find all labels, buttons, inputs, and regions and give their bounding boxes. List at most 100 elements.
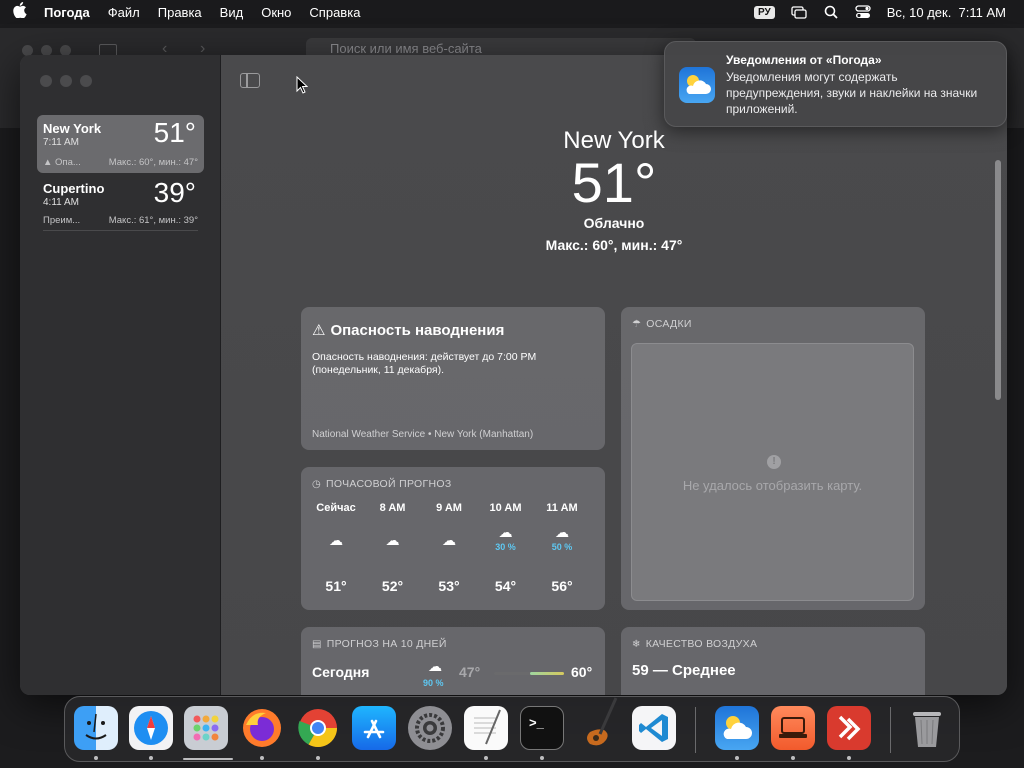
control-center-icon[interactable] [855,5,871,19]
dock-chrome-icon[interactable] [296,706,340,750]
menu-edit[interactable]: Правка [149,5,211,20]
hour-column: Сейчас ☁ 51° [311,502,361,602]
weather-app-icon [679,67,715,103]
cloud-rain-icon: ☁ [498,524,513,540]
temp-range-bar [494,672,564,675]
city-footer: Преим... Макс.: 61°, мин.: 39° [43,215,198,231]
dock-running-indicator [316,756,320,760]
bg-url-placeholder: Поиск или имя веб-сайта [330,41,482,56]
precip-header: ☂ ОСАДКИ [632,318,692,330]
dock-textedit-icon[interactable] [464,706,508,750]
search-icon[interactable] [823,5,839,19]
city-alert: Преим... [43,215,81,226]
cloud-icon: ☁ [442,532,456,548]
menu-window[interactable]: Окно [252,5,300,20]
day-label: Сегодня [312,664,370,680]
menu-file[interactable]: Файл [99,5,149,20]
dock-firefox-icon[interactable] [240,706,284,750]
dock-running-indicator [149,756,153,760]
notification-body: Уведомления могут содержать предупрежден… [726,70,978,116]
menu-bar: Погода Файл Правка Вид Окно Справка РУ В… [0,0,1024,24]
notification-banner[interactable]: Уведомления от «Погода» Уведомления могу… [664,41,1007,127]
dock-terminal-icon[interactable]: >_ [520,706,564,750]
hourly-header: ◷ ПОЧАСОВОЙ ПРОГНОЗ [312,478,452,490]
dock-finder-icon[interactable] [74,706,118,750]
dock-running-indicator [484,756,488,760]
menu-app-name[interactable]: Погода [40,5,99,20]
clock-icon: ◷ [312,478,322,490]
dock-weather-icon[interactable] [715,706,759,750]
day-precip: 90 % [423,678,444,688]
hourly-forecast-card: ◷ ПОЧАСОВОЙ ПРОГНОЗ Сейчас ☁ 51° 8 AM ☁ … [301,467,605,610]
precip-map[interactable]: ! Не удалось отобразить карту. [631,343,914,601]
dock-separator [890,707,891,753]
cloud-rain-icon: ☁ [428,658,442,674]
hour-column: 11 AM ☁ 50 % 56° [537,502,587,602]
dock-app-store-icon[interactable] [352,706,396,750]
hour-column: 9 AM ☁ 53° [424,502,474,602]
input-source-badge[interactable]: РУ [753,5,775,19]
hourly-row: Сейчас ☁ 51° 8 AM ☁ 52° 9 AM ☁ 53° 10 AM… [301,490,605,602]
city-range: Макс.: 60°, мин.: 47° [108,157,198,168]
traffic-lights [40,75,92,87]
current-weather: New York 51° Облачно Макс.: 60°, мин.: 4… [221,127,1007,253]
city-range: Макс.: 61°, мин.: 39° [108,215,198,226]
mouse-cursor-icon [296,76,308,94]
dock-garageband-icon[interactable] [576,694,624,748]
dock-launchpad-bar [183,758,233,760]
scrollbar[interactable] [995,160,1001,400]
flood-alert-card[interactable]: ⚠ Опасность наводнения Опасность наводне… [301,307,605,450]
weather-window: New York 7:11 AM 51° ▲ Опа... Макс.: 60°… [20,55,1007,695]
minimize-window-button[interactable] [60,75,72,87]
tenday-header: ▤ ПРОГНОЗ НА 10 ДНЕЙ [312,638,447,650]
tenday-row: Сегодня ☁ 90 % 47° 60° [301,650,605,688]
dock-launchpad-icon[interactable] [184,706,228,750]
cloud-rain-icon: ☁ [555,524,569,540]
dock-running-indicator [791,756,795,760]
hero-temp: 51° [571,151,657,214]
apple-menu-icon[interactable] [0,2,40,22]
menubar-clock[interactable]: Вс, 10 дек. 7:11 AM [887,5,1006,20]
precipitation-card[interactable]: ☂ ОСАДКИ ! Не удалось отобразить карту. [621,307,925,610]
screen-mirroring-icon[interactable] [791,5,807,19]
flood-title: ⚠ Опасность наводнения [312,321,505,340]
sidebar-item-new-york[interactable]: New York 7:11 AM 51° ▲ Опа... Макс.: 60°… [37,115,204,173]
close-window-button[interactable] [40,75,52,87]
dock-ms-remote-desktop-icon[interactable] [827,706,871,750]
ten-day-forecast-card: ▤ ПРОГНОЗ НА 10 ДНЕЙ Сегодня ☁ 90 % 47° … [301,627,605,695]
hero-condition: Облачно [583,215,645,231]
aq-header: ❄ КАЧЕСТВО ВОЗДУХА [632,638,758,650]
aq-value: 59 — Среднее [632,662,736,679]
dock-remote-desktop-icon[interactable] [771,706,815,750]
hour-column: 10 AM ☁ 30 % 54° [481,502,531,602]
city-footer: ▲ Опа... Макс.: 60°, мин.: 47° [43,157,198,168]
city-temp: 39° [153,177,196,208]
city-temp: 51° [153,117,196,148]
sidebar-item-cupertino[interactable]: Cupertino 4:11 AM 39° Преим... Макс.: 61… [37,175,204,233]
day-high: 60° [571,664,593,680]
zoom-window-button[interactable] [80,75,92,87]
menu-view[interactable]: Вид [211,5,253,20]
city-alert: ▲ Опа... [43,157,81,168]
dock-running-indicator [847,756,851,760]
dock-running-indicator [260,756,264,760]
dock-running-indicator [94,756,98,760]
flood-body: Опасность наводнения: действует до 7:00 … [312,351,537,376]
warning-icon: ⚠ [312,322,326,339]
dock-system-settings-icon[interactable] [408,706,452,750]
dock-safari-icon[interactable] [129,706,173,750]
sidebar: New York 7:11 AM 51° ▲ Опа... Макс.: 60°… [20,55,221,695]
notification-title: Уведомления от «Погода» [726,53,882,67]
dock-running-indicator [735,756,739,760]
umbrella-icon: ☂ [632,318,642,330]
air-icon: ❄ [632,638,641,650]
cloud-icon: ☁ [329,532,343,548]
sidebar-toggle-icon[interactable] [240,73,260,88]
info-icon: ! [767,455,781,469]
menu-help[interactable]: Справка [300,5,369,20]
hour-column: 8 AM ☁ 52° [368,502,418,602]
dock-trash-icon[interactable] [905,706,949,750]
cloud-icon: ☁ [385,532,400,548]
dock: >_ [64,696,960,762]
dock-vscode-icon[interactable] [632,706,676,750]
